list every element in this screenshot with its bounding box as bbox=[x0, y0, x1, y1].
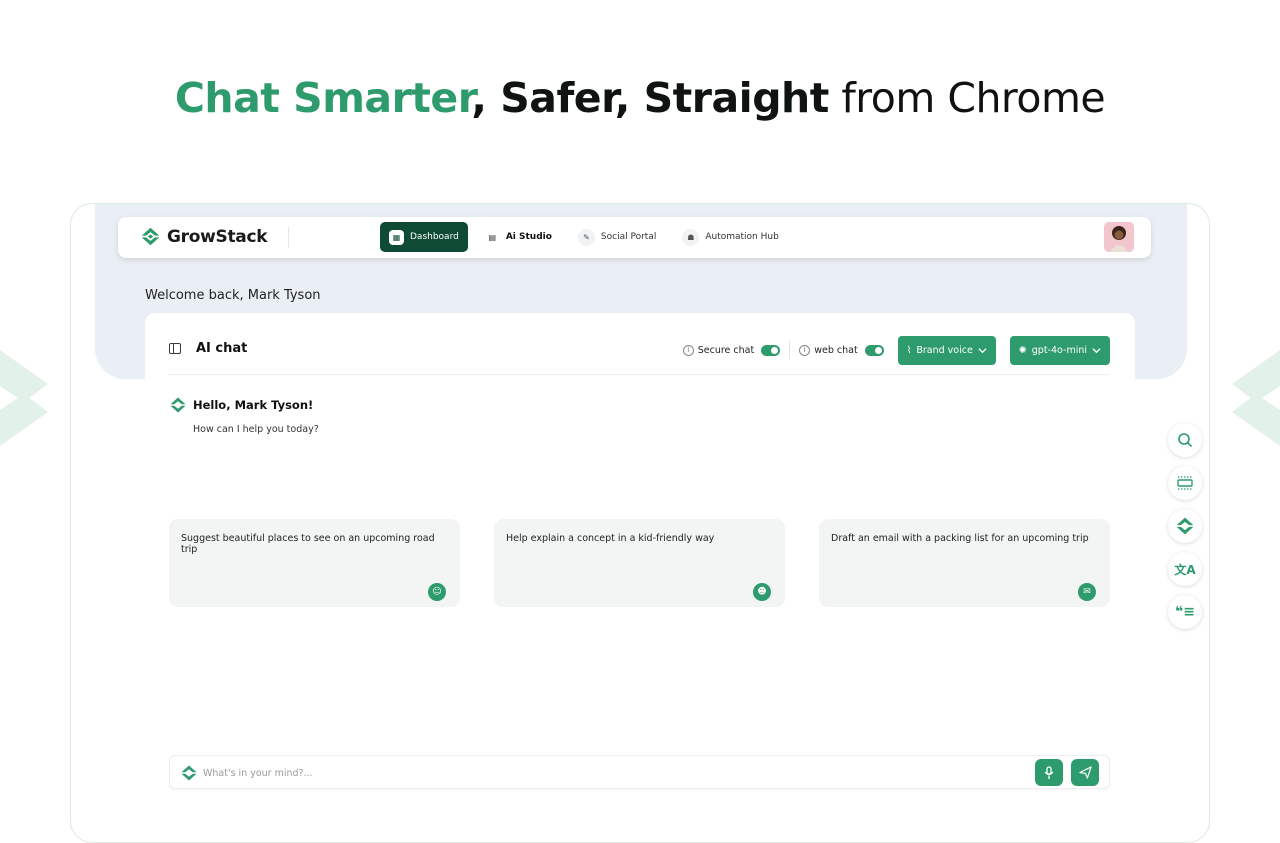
greeting: Hello, Mark Tyson! bbox=[169, 396, 313, 414]
microphone-icon bbox=[1044, 765, 1054, 779]
suggestion-text: Draft an email with a packing list for a… bbox=[831, 533, 1089, 544]
nav-item-ai-studio[interactable]: ▤ Ai Studio bbox=[476, 222, 561, 252]
greeting-title: Hello, Mark Tyson! bbox=[193, 398, 314, 412]
toggle-divider bbox=[789, 341, 791, 359]
waveform-icon: ⌇ bbox=[906, 344, 912, 356]
suggestion-card[interactable]: Help explain a concept in a kid-friendly… bbox=[494, 519, 785, 607]
greeting-subtitle: How can I help you today? bbox=[193, 424, 319, 435]
sidebar-toggle-icon[interactable] bbox=[169, 343, 181, 354]
nav-item-label: Automation Hub bbox=[705, 232, 779, 242]
openai-icon: ✺ bbox=[1018, 344, 1027, 356]
info-icon: i bbox=[799, 344, 811, 356]
growstack-logo[interactable]: GrowStack bbox=[140, 226, 268, 247]
growstack-logo-icon bbox=[1176, 517, 1194, 535]
nav-item-automation-hub[interactable]: ☗ Automation Hub bbox=[673, 222, 787, 252]
chat-icon: ▤ bbox=[488, 232, 497, 242]
avatar[interactable] bbox=[1104, 222, 1134, 252]
screenshot-tool-button[interactable] bbox=[1168, 466, 1202, 500]
hero-title-accent: Chat Smarter bbox=[174, 74, 472, 122]
side-toolbar: 文A ❝≡ bbox=[1168, 423, 1202, 629]
web-chat-switch[interactable] bbox=[864, 344, 884, 356]
chat-controls: i Secure chat i web chat ⌇ Brand voice ✺ bbox=[682, 335, 1110, 365]
nav-item-social-portal[interactable]: ✎ Social Portal bbox=[569, 222, 665, 252]
quote-tool-button[interactable]: ❝≡ bbox=[1168, 595, 1202, 629]
microphone-button[interactable] bbox=[1035, 759, 1063, 786]
secure-chat-label: Secure chat bbox=[697, 344, 755, 356]
nav-item-dashboard[interactable]: ▦ Dashboard bbox=[380, 222, 468, 252]
robot-icon: ☺ bbox=[428, 583, 446, 601]
smile-icon: ☻ bbox=[753, 583, 771, 601]
secure-chat-toggle[interactable]: i Secure chat bbox=[682, 344, 781, 356]
suggestion-list: Suggest beautiful places to see on an up… bbox=[169, 519, 1110, 607]
brand-name: GrowStack bbox=[167, 226, 268, 247]
info-icon: i bbox=[682, 344, 694, 356]
chevron-down-icon bbox=[1092, 347, 1101, 353]
send-icon bbox=[1078, 766, 1092, 779]
web-chat-label: web chat bbox=[814, 344, 858, 356]
nav-item-label: Dashboard bbox=[410, 232, 459, 242]
search-tool-button[interactable] bbox=[1168, 423, 1202, 457]
suggestion-text: Help explain a concept in a kid-friendly… bbox=[506, 533, 715, 544]
message-composer bbox=[169, 755, 1110, 789]
user-avatar-icon bbox=[1104, 222, 1134, 252]
translate-tool-button[interactable]: 文A bbox=[1168, 552, 1202, 586]
screenshot-icon bbox=[1177, 476, 1193, 490]
pen-icon: ✎ bbox=[577, 228, 595, 246]
chat-card: AI chat i Secure chat i web chat ⌇ Brand… bbox=[145, 313, 1135, 842]
hero-title-bold: , Safer, Straight bbox=[471, 74, 829, 122]
suggestion-card[interactable]: Draft an email with a packing list for a… bbox=[819, 519, 1110, 607]
model-label: gpt-4o-mini bbox=[1031, 344, 1087, 356]
nav-item-label: Social Portal bbox=[600, 232, 657, 242]
welcome-text: Welcome back, Mark Tyson bbox=[145, 288, 321, 303]
dashboard-icon: ▦ bbox=[389, 229, 404, 245]
hero-title-light: from Chrome bbox=[828, 74, 1106, 122]
message-input[interactable] bbox=[203, 762, 1023, 784]
nav-items: ▦ Dashboard ▤ Ai Studio ✎ Social Portal … bbox=[380, 222, 796, 252]
suggestion-card[interactable]: Suggest beautiful places to see on an up… bbox=[169, 519, 460, 607]
quote-icon: ❝≡ bbox=[1175, 604, 1195, 620]
nav-item-label: Ai Studio bbox=[505, 232, 552, 242]
web-chat-toggle[interactable]: i web chat bbox=[799, 344, 884, 356]
top-navbar: GrowStack ▦ Dashboard ▤ Ai Studio ✎ Soci… bbox=[118, 217, 1151, 258]
app-frame: GrowStack ▦ Dashboard ▤ Ai Studio ✎ Soci… bbox=[70, 203, 1210, 843]
robot-icon: ☗ bbox=[682, 228, 700, 246]
decor-logo-left-icon bbox=[0, 350, 48, 446]
hero-title: Chat Smarter, Safer, Straight from Chrom… bbox=[0, 74, 1280, 122]
search-icon bbox=[1178, 433, 1193, 448]
suggestion-text: Suggest beautiful places to see on an up… bbox=[181, 533, 435, 555]
growstack-logo-icon bbox=[141, 227, 160, 246]
brand-voice-dropdown[interactable]: ⌇ Brand voice bbox=[897, 335, 996, 365]
model-dropdown[interactable]: ✺ gpt-4o-mini bbox=[1009, 335, 1110, 365]
chat-header: AI chat i Secure chat i web chat ⌇ Brand… bbox=[169, 335, 1110, 375]
send-button[interactable] bbox=[1071, 759, 1099, 786]
decor-logo-right-icon bbox=[1232, 350, 1280, 446]
secure-chat-switch[interactable] bbox=[761, 344, 781, 356]
growstack-logo-icon bbox=[181, 765, 197, 781]
growstack-logo-icon bbox=[170, 397, 186, 413]
growstack-tool-button[interactable] bbox=[1168, 509, 1202, 543]
nav-divider bbox=[288, 227, 289, 248]
chevron-down-icon bbox=[978, 347, 987, 353]
mail-icon: ✉ bbox=[1078, 583, 1096, 601]
chat-title: AI chat bbox=[196, 341, 248, 356]
translate-icon: 文A bbox=[1174, 562, 1196, 577]
brand-voice-label: Brand voice bbox=[916, 344, 973, 356]
